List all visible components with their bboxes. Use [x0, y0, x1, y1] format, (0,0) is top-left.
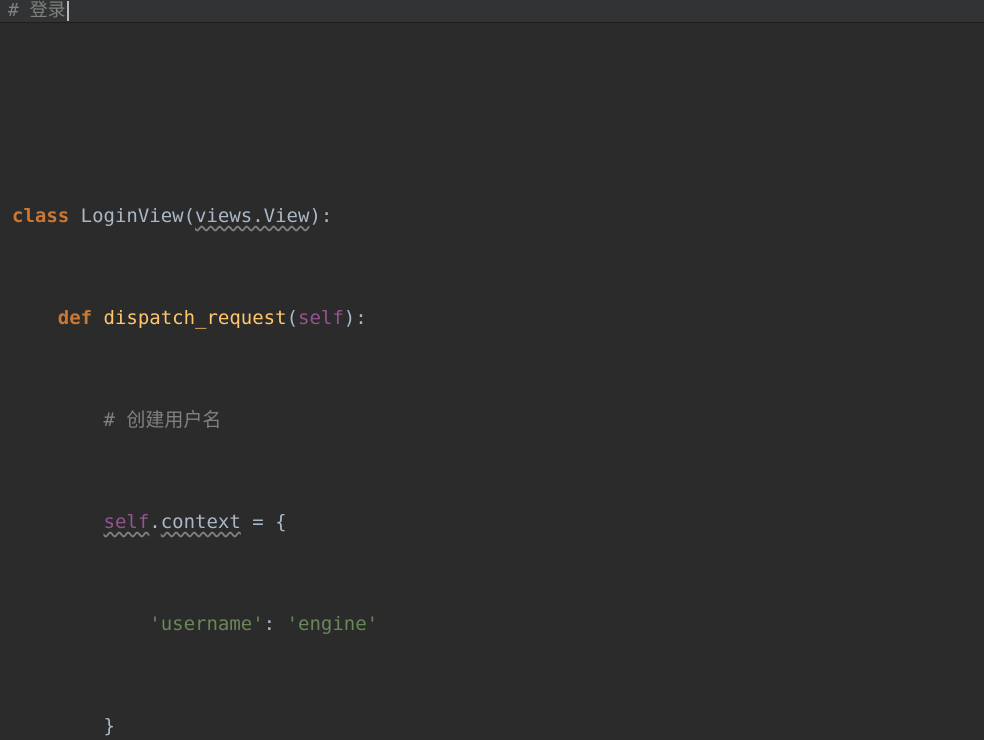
code-line[interactable]: def dispatch_request(self): — [12, 301, 984, 335]
code-line[interactable]: # 创建用户名 — [12, 403, 984, 437]
code-line[interactable]: } — [12, 709, 984, 740]
comment-text: # 创建用户名 — [104, 409, 222, 431]
paren: ( — [287, 307, 298, 329]
dot: . — [149, 511, 160, 533]
indent — [12, 715, 104, 737]
banner-text: # 登录 — [8, 0, 66, 21]
attr-context: context — [161, 511, 241, 533]
editor-banner: # 登录 — [0, 0, 984, 23]
indent — [12, 511, 104, 533]
text-cursor — [67, 1, 69, 21]
brace-close: } — [104, 715, 115, 737]
paren: ): — [344, 307, 367, 329]
dict-val: 'engine' — [287, 613, 379, 635]
code-editor[interactable]: class LoginView(views.View): def dispatc… — [0, 29, 984, 740]
blank-line — [12, 97, 984, 131]
keyword-def: def — [58, 307, 104, 329]
paren: ( — [184, 205, 195, 227]
method-name: dispatch_request — [104, 307, 287, 329]
assign-brace: = { — [241, 511, 287, 533]
self-param: self — [298, 307, 344, 329]
code-line[interactable]: 'username': 'engine' — [12, 607, 984, 641]
colon: : — [264, 613, 287, 635]
indent — [12, 613, 149, 635]
self-ref: self — [104, 511, 150, 533]
paren: ): — [309, 205, 332, 227]
class-name: LoginView — [81, 205, 184, 227]
code-line[interactable]: class LoginView(views.View): — [12, 199, 984, 233]
keyword-class: class — [12, 205, 81, 227]
dict-key: 'username' — [149, 613, 263, 635]
indent — [12, 307, 58, 329]
code-line[interactable]: self.context = { — [12, 505, 984, 539]
base-class: views.View — [195, 205, 309, 227]
indent — [12, 409, 104, 431]
